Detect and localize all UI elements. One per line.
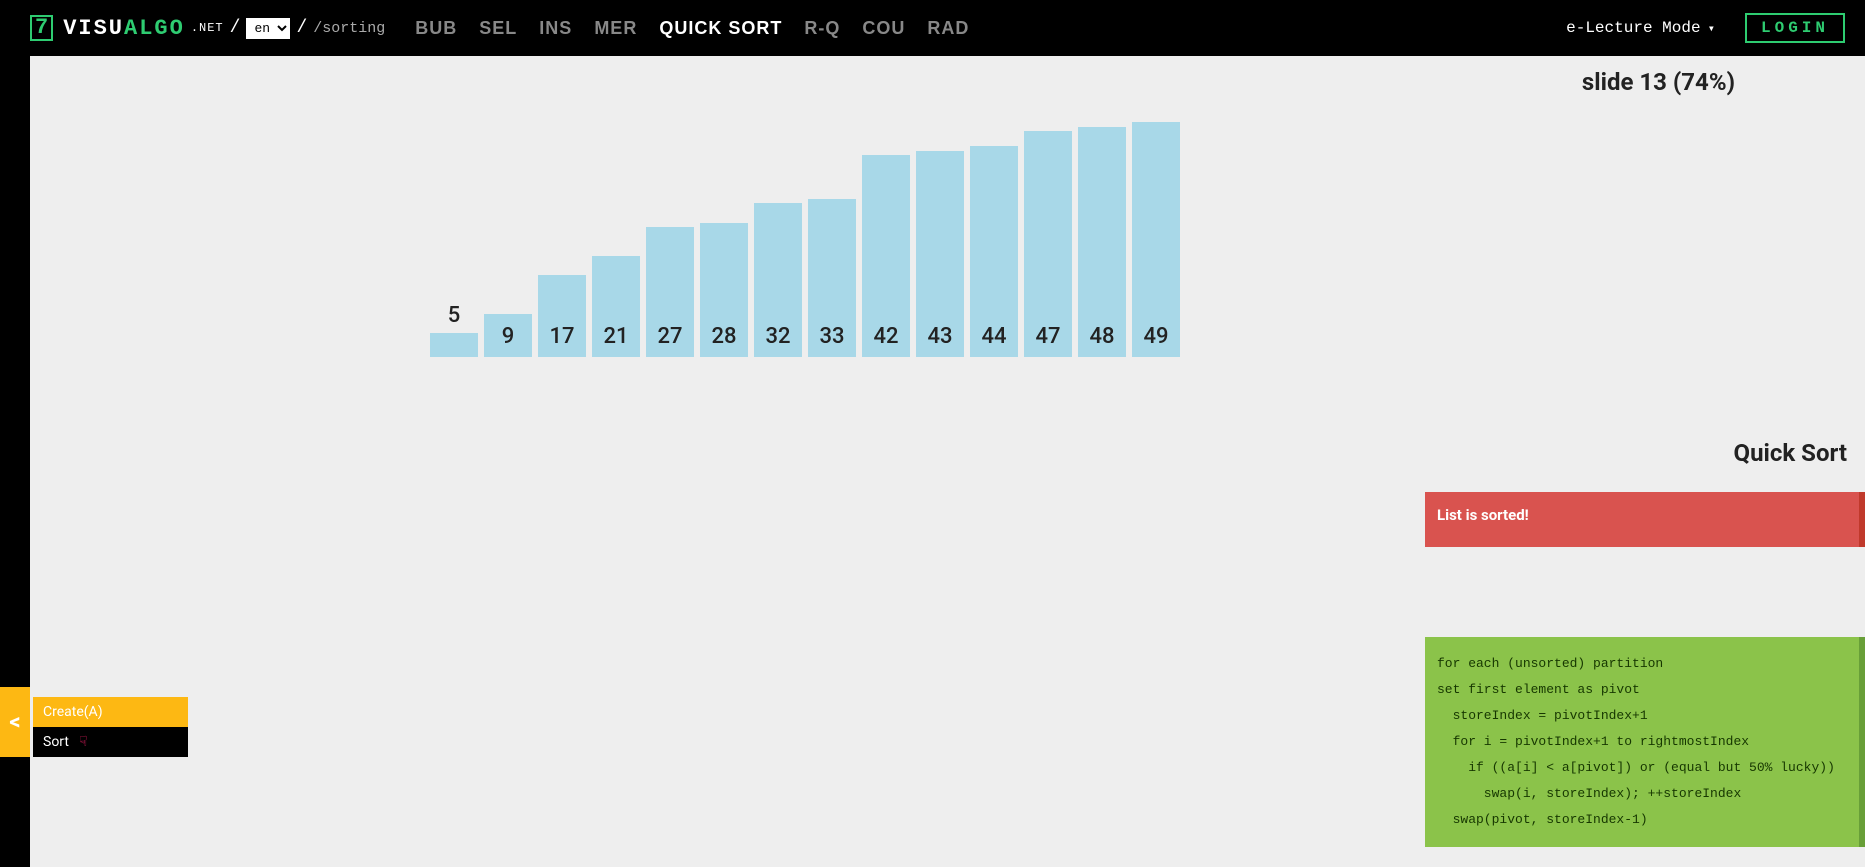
algo-tab-sel[interactable]: SEL [479,18,517,39]
algorithm-title: Quick Sort [1734,439,1847,467]
bar-rect [430,333,478,357]
bar: 5 [430,333,478,357]
bar-label: 21 [592,324,640,349]
visualization-canvas: slide 13 (74%) 5917212728323342434447484… [30,56,1865,867]
algo-tab-ins[interactable]: INS [539,18,572,39]
bar: 42 [862,155,910,357]
logo-icon: 7 [30,15,53,41]
bar: 9 [484,314,532,357]
bar-label: 44 [970,324,1018,349]
bar-label: 32 [754,324,802,349]
bar: 43 [916,151,964,357]
breadcrumb-path[interactable]: /sorting [313,20,385,37]
bar-label: 5 [430,303,478,328]
bar: 47 [1024,131,1072,357]
algo-tab-cou[interactable]: COU [862,18,905,39]
slash-separator-2: / [296,18,307,38]
algo-tab-bub[interactable]: BUB [415,18,457,39]
bar-label: 27 [646,324,694,349]
bar-label: 48 [1078,324,1126,349]
bar-label: 43 [916,324,964,349]
bar-rect [1132,122,1180,357]
pseudocode-panel[interactable]: for each (unsorted) partition set first … [1425,637,1865,847]
bar: 27 [646,227,694,357]
logo-net: .NET [191,21,224,35]
bar: 33 [808,199,856,357]
top-bar: 7 VISUALGO .NET / en / /sorting BUB SEL IN… [0,0,1865,56]
bar: 44 [970,146,1018,357]
logo[interactable]: 7 VISUALGO .NET [30,15,224,41]
bar: 28 [700,223,748,357]
left-panel-toggle[interactable]: < [0,687,30,757]
bar-label: 33 [808,324,856,349]
algo-tab-r-q[interactable]: R-Q [804,18,840,39]
create-button[interactable]: Create(A) [33,697,188,727]
bar-label: 9 [484,324,532,349]
bar-label: 47 [1024,324,1072,349]
algorithm-nav: BUB SEL INS MER QUICK SORT R-Q COU RAD [415,18,969,39]
bar: 48 [1078,127,1126,357]
language-select[interactable]: en [246,18,290,39]
bar-label: 49 [1132,324,1180,349]
slash-separator: / [230,18,241,38]
bars-container: 59172127283233424344474849 [430,122,1180,357]
bar-label: 17 [538,324,586,349]
action-menu: Create(A) Sort ☟ [33,697,188,757]
login-button[interactable]: LOGIN [1745,13,1845,43]
bar-label: 28 [700,324,748,349]
bar: 21 [592,256,640,357]
algo-tab-quick-sort[interactable]: QUICK SORT [659,18,782,39]
bar-label: 42 [862,324,910,349]
algo-tab-mer[interactable]: MER [594,18,637,39]
cursor-icon: ☟ [79,734,88,750]
lecture-mode-dropdown[interactable]: e-Lecture Mode [1566,19,1715,37]
sort-button[interactable]: Sort ☟ [33,727,188,757]
bar: 17 [538,275,586,357]
bar: 32 [754,203,802,357]
bar: 49 [1132,122,1180,357]
status-panel[interactable]: List is sorted! [1425,492,1865,547]
bar-rect [1078,127,1126,357]
logo-text: VISUALGO [63,16,185,41]
sort-label: Sort [43,734,69,750]
slide-indicator: slide 13 (74%) [1582,68,1735,96]
algo-tab-rad[interactable]: RAD [927,18,969,39]
